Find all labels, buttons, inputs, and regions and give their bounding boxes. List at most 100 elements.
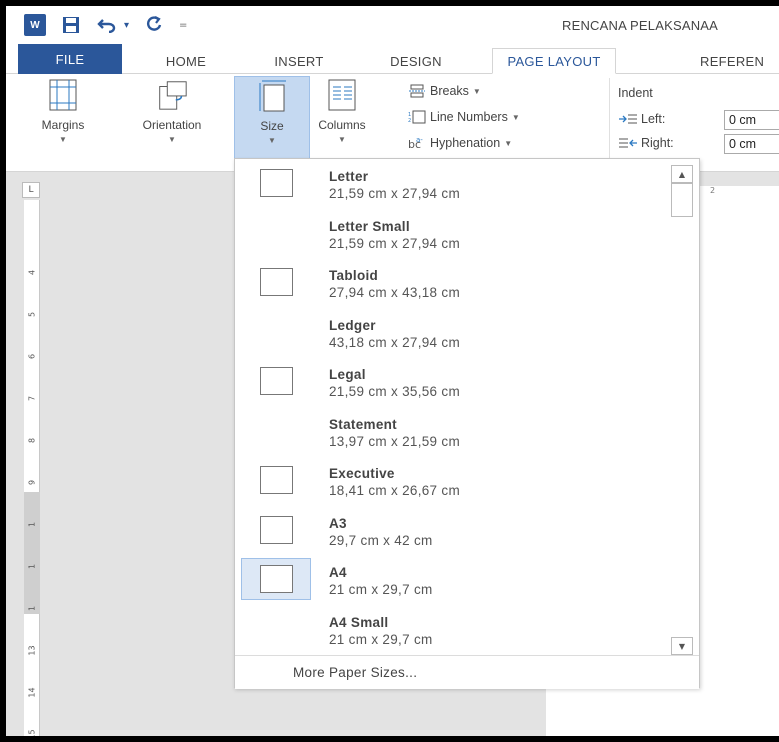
indent-right-label: Right:: [641, 136, 674, 150]
paper-thumbnail-frame: [241, 360, 311, 402]
paper-size-item[interactable]: A3 29,7 cm x 42 cm: [235, 506, 671, 556]
customize-qat-icon[interactable]: =: [179, 20, 187, 31]
svg-text:a-: a-: [416, 136, 423, 144]
paper-size-dimensions: 13,97 cm x 21,59 cm: [329, 433, 461, 449]
indent-left-input[interactable]: [724, 110, 779, 130]
chevron-down-icon: ▼: [268, 136, 276, 145]
tab-selector[interactable]: L: [22, 182, 40, 198]
paper-size-name: A4: [329, 565, 347, 580]
vertical-ruler[interactable]: 4 5 6 7 8 9 1 1 1 13 14 15: [24, 200, 40, 736]
paper-size-item[interactable]: Letter 21,59 cm x 27,94 cm: [235, 159, 671, 209]
breaks-button[interactable]: Breaks ▼: [408, 84, 481, 98]
tab-insert[interactable]: INSERT: [254, 48, 344, 74]
ruler-tick-label: 2: [710, 186, 716, 195]
ruler-tick-label: 13: [27, 645, 37, 656]
redo-icon[interactable]: [143, 14, 165, 36]
paper-thumbnail-frame: [241, 261, 311, 303]
paper-size-item[interactable]: Executive 18,41 cm x 26,67 cm: [235, 456, 671, 506]
hyphenation-button[interactable]: bc a- Hyphenation ▼: [408, 136, 512, 150]
line-numbers-label: Line Numbers: [430, 110, 508, 124]
ruler-tick-label: 8: [27, 437, 37, 444]
dropdown-scrollbar[interactable]: ▲ ▼: [671, 165, 693, 655]
indent-right-label-row: Right:: [618, 136, 674, 150]
line-numbers-button[interactable]: 12 Line Numbers ▼: [408, 110, 520, 124]
margins-icon: [46, 78, 80, 112]
tab-references[interactable]: REFEREN: [700, 48, 779, 74]
paper-size-item[interactable]: Statement 13,97 cm x 21,59 cm: [235, 407, 671, 457]
size-button[interactable]: Size ▼: [234, 76, 310, 170]
document-title: RENCANA PELAKSANAA: [562, 18, 719, 33]
ruler-tick-label: 5: [27, 311, 37, 318]
scroll-thumb[interactable]: [671, 183, 693, 217]
ruler-tick-label: 7: [27, 395, 37, 402]
paper-size-dimensions: 21,59 cm x 27,94 cm: [329, 235, 461, 251]
paper-size-name: A3: [329, 515, 347, 531]
columns-button[interactable]: Columns ▼: [310, 78, 374, 144]
scroll-up-icon[interactable]: ▲: [671, 165, 693, 183]
chevron-down-icon: ▼: [168, 135, 176, 144]
paper-size-item[interactable]: Tabloid 27,94 cm x 43,18 cm: [235, 258, 671, 308]
ruler-tick-label: 1: [27, 563, 37, 570]
paper-size-item[interactable]: A4 21 cm x 29,7 cm: [235, 555, 671, 605]
page-icon: [259, 367, 293, 395]
paper-size-name: Executive: [329, 466, 395, 481]
paper-size-name: A4 Small: [329, 614, 389, 630]
paper-size-dropdown: Letter 21,59 cm x 27,94 cm Letter Small 21,…: [234, 158, 700, 689]
ruler-tick-label: 6: [27, 353, 37, 360]
paper-size-item[interactable]: Ledger 43,18 cm x 27,94 cm: [235, 308, 671, 358]
orientation-button[interactable]: Orientation ▼: [120, 78, 224, 144]
page-icon: [259, 268, 293, 296]
margins-button[interactable]: Margins ▼: [28, 78, 98, 144]
ruler-tick-label: 15: [27, 729, 37, 736]
paper-thumbnail-frame: [241, 509, 311, 551]
paper-size-name: Letter Small: [329, 218, 410, 234]
paper-thumbnail-frame: [241, 459, 311, 501]
indent-left-label-row: Left:: [618, 112, 665, 126]
chevron-down-icon: ▼: [338, 135, 346, 144]
indent-right-input[interactable]: [724, 134, 779, 154]
title-bar: W ▾ = RENCANA PELAKSANAA: [6, 6, 779, 44]
ruler-tick-label: 9: [27, 479, 37, 486]
paper-size-name: Statement: [329, 416, 397, 432]
paper-size-item[interactable]: Legal 21,59 cm x 35,56 cm: [235, 357, 671, 407]
group-divider: [609, 78, 610, 166]
tab-design[interactable]: DESIGN: [366, 48, 466, 74]
paper-size-item[interactable]: Letter Small 21,59 cm x 27,94 cm: [235, 209, 671, 259]
ruler-margin-shade: [24, 492, 40, 614]
chevron-down-icon: ▼: [511, 112, 520, 122]
paper-thumbnail-frame: [241, 311, 311, 353]
paper-size-list: Letter 21,59 cm x 27,94 cm Letter Small 21,…: [235, 159, 671, 655]
quick-access-toolbar: W ▾ =: [24, 14, 187, 36]
size-icon: [255, 79, 289, 113]
indent-right-icon: [618, 137, 638, 149]
hyphenation-label: Hyphenation: [430, 136, 501, 150]
tab-page-layout[interactable]: PAGE LAYOUT: [492, 48, 616, 74]
scroll-down-icon[interactable]: ▼: [671, 637, 693, 655]
word-window: W ▾ = RENCANA PELAKSANAA FILE HOME INSER…: [6, 6, 779, 736]
paper-thumbnail-frame: [241, 162, 311, 204]
tab-home[interactable]: HOME: [140, 48, 232, 74]
chevron-down-icon: ▼: [59, 135, 67, 144]
ribbon-tabs: FILE HOME INSERT DESIGN PAGE LAYOUT REFE…: [6, 44, 779, 74]
paper-thumbnail-frame: [241, 212, 311, 254]
hyphenation-icon: bc a-: [408, 136, 426, 150]
paper-size-dimensions: 21 cm x 29,7 cm: [329, 582, 433, 597]
paper-size-dimensions: 21,59 cm x 27,94 cm: [329, 186, 461, 201]
undo-dropdown-caret-icon[interactable]: ▾: [124, 20, 129, 31]
chevron-down-icon: ▼: [504, 138, 513, 148]
paper-size-name: Letter: [329, 169, 369, 184]
save-icon[interactable]: [60, 14, 82, 36]
word-app-icon[interactable]: W: [24, 14, 46, 36]
orientation-label: Orientation: [142, 118, 202, 132]
page-icon: [259, 565, 293, 593]
paper-size-item[interactable]: A4 Small 21 cm x 29,7 cm: [235, 605, 671, 655]
svg-text:2: 2: [408, 118, 411, 124]
page-icon: [259, 515, 293, 544]
ruler-tick-label: 1: [27, 605, 37, 612]
ruler-tick-label: 14: [27, 687, 37, 698]
more-paper-sizes-link[interactable]: More Paper Sizes...: [235, 655, 699, 689]
size-label: Size: [260, 119, 284, 133]
tab-file[interactable]: FILE: [18, 44, 122, 74]
paper-size-dimensions: 18,41 cm x 26,67 cm: [329, 483, 461, 498]
undo-icon[interactable]: [96, 14, 118, 36]
